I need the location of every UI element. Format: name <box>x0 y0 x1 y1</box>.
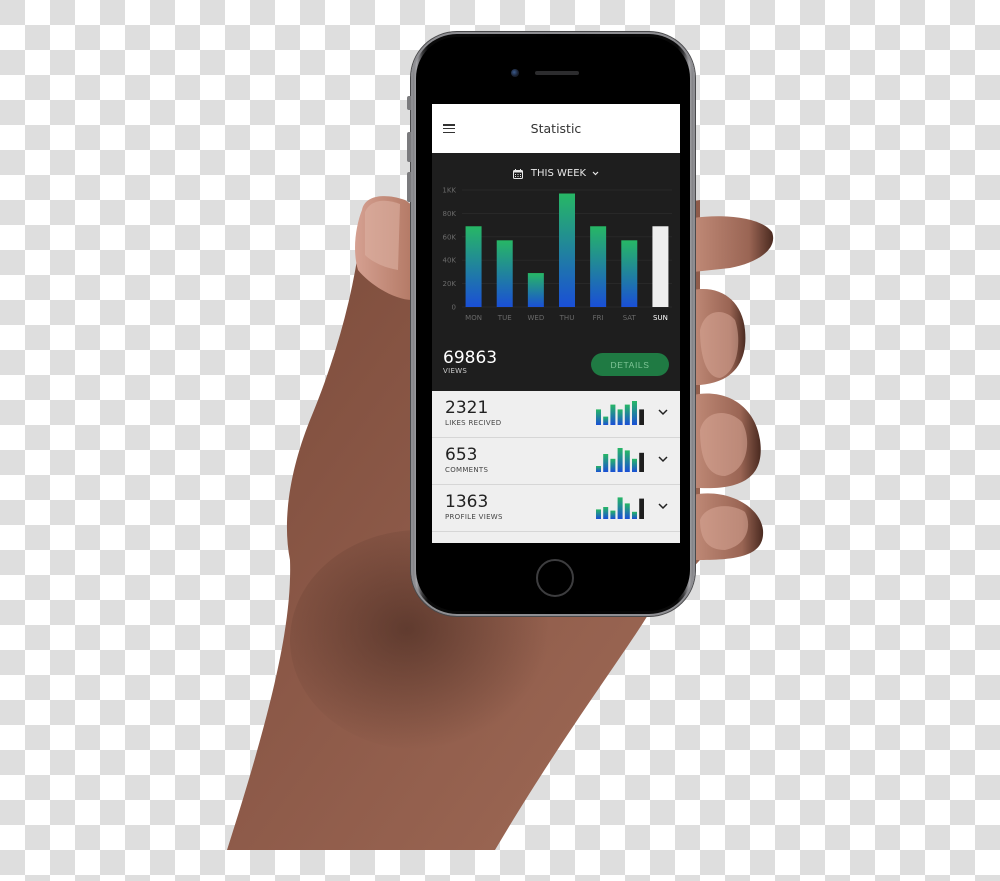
mini-bar <box>617 497 623 519</box>
chevron-down-icon <box>592 171 599 176</box>
chevron-down-icon[interactable] <box>658 503 668 510</box>
x-tick-label: WED <box>527 314 544 322</box>
stat-value: 653 <box>445 445 478 465</box>
x-tick-label: MON <box>465 314 482 322</box>
mini-bar <box>624 404 630 425</box>
mini-bar <box>610 510 616 519</box>
stat-row-likes[interactable]: 2321 LIKES RECIVED <box>432 391 680 438</box>
mini-bar <box>603 416 609 425</box>
x-tick-label: SUN <box>653 314 668 322</box>
chevron-down-icon[interactable] <box>658 409 668 416</box>
mini-bar <box>624 503 630 519</box>
bar-sun[interactable] <box>652 226 669 307</box>
stat-value: 1363 <box>445 492 489 512</box>
page-title: Statistic <box>530 121 582 136</box>
calendar-icon <box>512 168 523 179</box>
y-tick-label: 20K <box>443 280 457 288</box>
mini-bar <box>632 511 637 519</box>
bar-mon[interactable] <box>465 226 482 307</box>
stats-list: 2321 LIKES RECIVED 653 COMMENTS 1363 PRO… <box>432 391 680 532</box>
app-screen: Statistic THIS WEEK 0 20K 40K 60K 80K 1K… <box>432 104 680 543</box>
bar-tue[interactable] <box>496 240 513 307</box>
front-camera-icon <box>511 69 519 77</box>
mini-trend-chart <box>596 497 644 519</box>
weekly-views-bar-chart: 0 20K 40K 60K 80K 1KK MON TUE WED THU FRI SAT SUN <box>442 187 672 322</box>
mini-bar <box>610 404 616 425</box>
period-label: THIS WEEK <box>530 168 587 179</box>
bar-sat[interactable] <box>621 240 638 307</box>
y-tick-label: 40K <box>443 257 457 265</box>
mini-bar <box>632 401 637 425</box>
y-tick-label: 60K <box>443 233 457 241</box>
stat-label: COMMENTS <box>445 466 489 474</box>
views-count: 69863 <box>443 348 498 368</box>
mini-bar <box>617 409 623 425</box>
mini-bar <box>603 454 609 472</box>
x-tick-label: SAT <box>623 314 637 322</box>
mini-bar <box>610 458 616 472</box>
bar-wed[interactable] <box>527 273 544 307</box>
stat-label: PROFILE VIEWS <box>445 513 503 521</box>
volume-down-button <box>407 172 411 202</box>
mini-bar <box>596 466 601 472</box>
chevron-down-icon[interactable] <box>658 456 668 463</box>
views-summary: 69863 VIEWS <box>443 349 497 375</box>
bar-thu[interactable] <box>559 193 575 307</box>
x-tick-label: TUE <box>497 314 512 322</box>
mini-bar <box>596 509 601 519</box>
home-button[interactable] <box>536 559 574 597</box>
mini-bar <box>639 498 644 519</box>
views-label: VIEWS <box>443 367 468 375</box>
mini-bar <box>632 458 637 472</box>
y-tick-label: 80K <box>443 210 457 218</box>
stat-value: 2321 <box>445 398 489 418</box>
mini-bar <box>603 507 609 519</box>
mini-bar <box>624 450 630 472</box>
chart-panel: THIS WEEK 0 20K 40K 60K 80K 1KK MON TUE WED T <box>432 153 680 391</box>
smartphone: Statistic THIS WEEK 0 20K 40K 60K 80K 1K… <box>407 32 695 616</box>
stat-row-profile-views[interactable]: 1363 PROFILE VIEWS <box>432 485 680 532</box>
y-tick-label: 1KK <box>442 187 456 195</box>
bar-fri[interactable] <box>590 226 607 307</box>
phone-bezel: Statistic THIS WEEK 0 20K 40K 60K 80K 1K… <box>416 37 690 611</box>
mini-trend-chart <box>596 448 644 472</box>
mini-bar <box>639 452 644 472</box>
y-tick-label: 0 <box>452 304 456 312</box>
hamburger-menu-icon[interactable] <box>443 124 455 134</box>
period-selector[interactable]: THIS WEEK <box>432 168 680 179</box>
app-header: Statistic <box>432 104 680 153</box>
mini-bar <box>639 409 644 425</box>
stat-label: LIKES RECIVED <box>445 419 502 427</box>
stat-row-comments[interactable]: 653 COMMENTS <box>432 438 680 485</box>
mini-bar <box>617 448 623 472</box>
details-button[interactable]: DETAILS <box>591 353 669 376</box>
mini-bar <box>596 409 601 425</box>
earpiece-speaker <box>535 71 579 75</box>
x-tick-label: FRI <box>593 314 604 322</box>
mute-switch <box>407 96 411 110</box>
x-tick-label: THU <box>559 314 575 322</box>
volume-up-button <box>407 132 411 162</box>
mini-trend-chart <box>596 401 644 425</box>
